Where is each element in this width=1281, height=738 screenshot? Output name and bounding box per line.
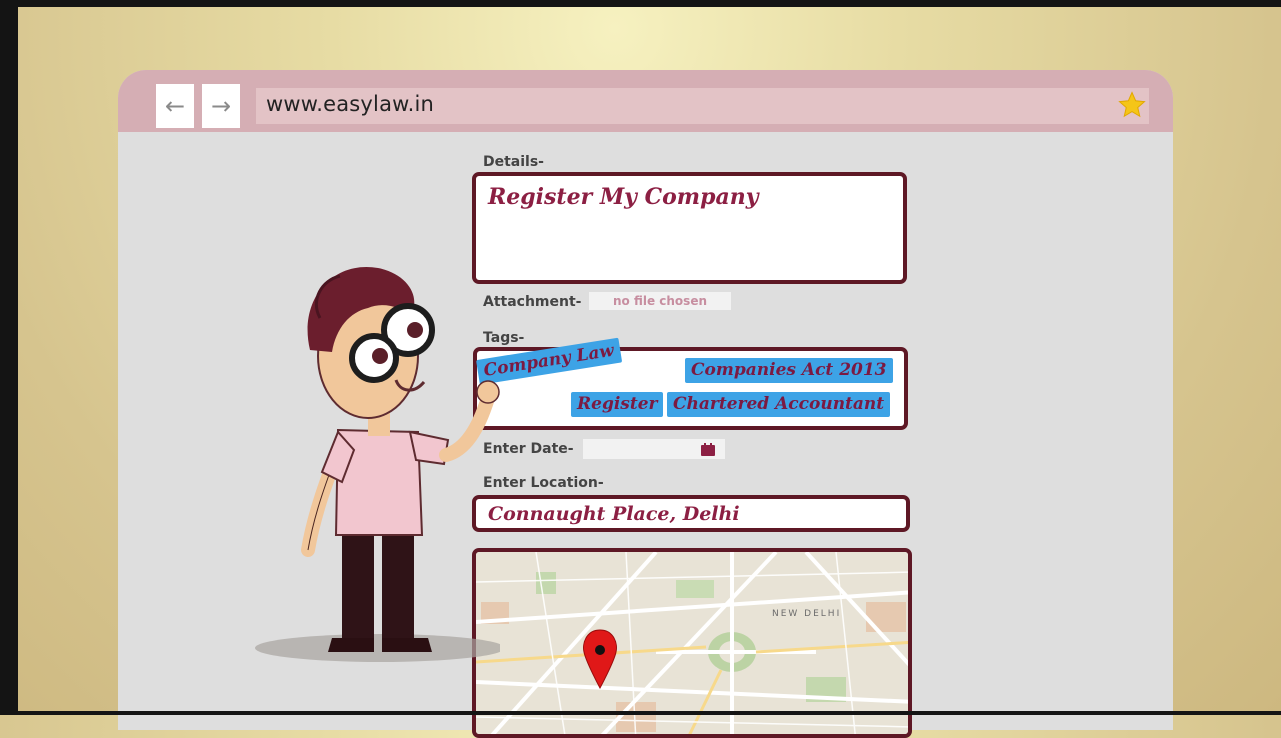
- location-input[interactable]: Connaught Place, Delhi: [472, 495, 910, 532]
- star-icon[interactable]: [1117, 90, 1147, 120]
- file-input[interactable]: no file chosen: [589, 292, 731, 310]
- tag-item[interactable]: Register: [571, 392, 664, 417]
- screen-frame-top: [0, 0, 1281, 7]
- location-label: Enter Location-: [483, 475, 604, 491]
- details-label: Details-: [483, 154, 544, 170]
- details-textarea[interactable]: Register My Company: [472, 172, 907, 284]
- arrow-left-icon: ←: [164, 92, 186, 120]
- browser-toolbar: ← → www.easylaw.in: [118, 70, 1173, 132]
- date-input[interactable]: [583, 439, 725, 459]
- location-value: Connaught Place, Delhi: [488, 503, 740, 525]
- screen-frame-left: [0, 0, 18, 715]
- arrow-right-icon: →: [210, 92, 232, 120]
- tag-item[interactable]: Companies Act 2013: [685, 358, 893, 383]
- address-bar[interactable]: www.easylaw.in: [256, 88, 1149, 124]
- cartoon-character-illustration: [255, 266, 500, 662]
- details-value: Register My Company: [488, 184, 759, 210]
- map-city-label: NEW DELHI: [772, 609, 842, 619]
- location-map[interactable]: NEW DELHI: [472, 548, 912, 738]
- back-button[interactable]: ←: [156, 84, 194, 128]
- forward-button[interactable]: →: [202, 84, 240, 128]
- calendar-icon[interactable]: [701, 443, 715, 456]
- url-text: www.easylaw.in: [266, 92, 435, 116]
- tag-item[interactable]: Chartered Accountant: [667, 392, 891, 417]
- screen-frame-bottom: [0, 711, 1281, 715]
